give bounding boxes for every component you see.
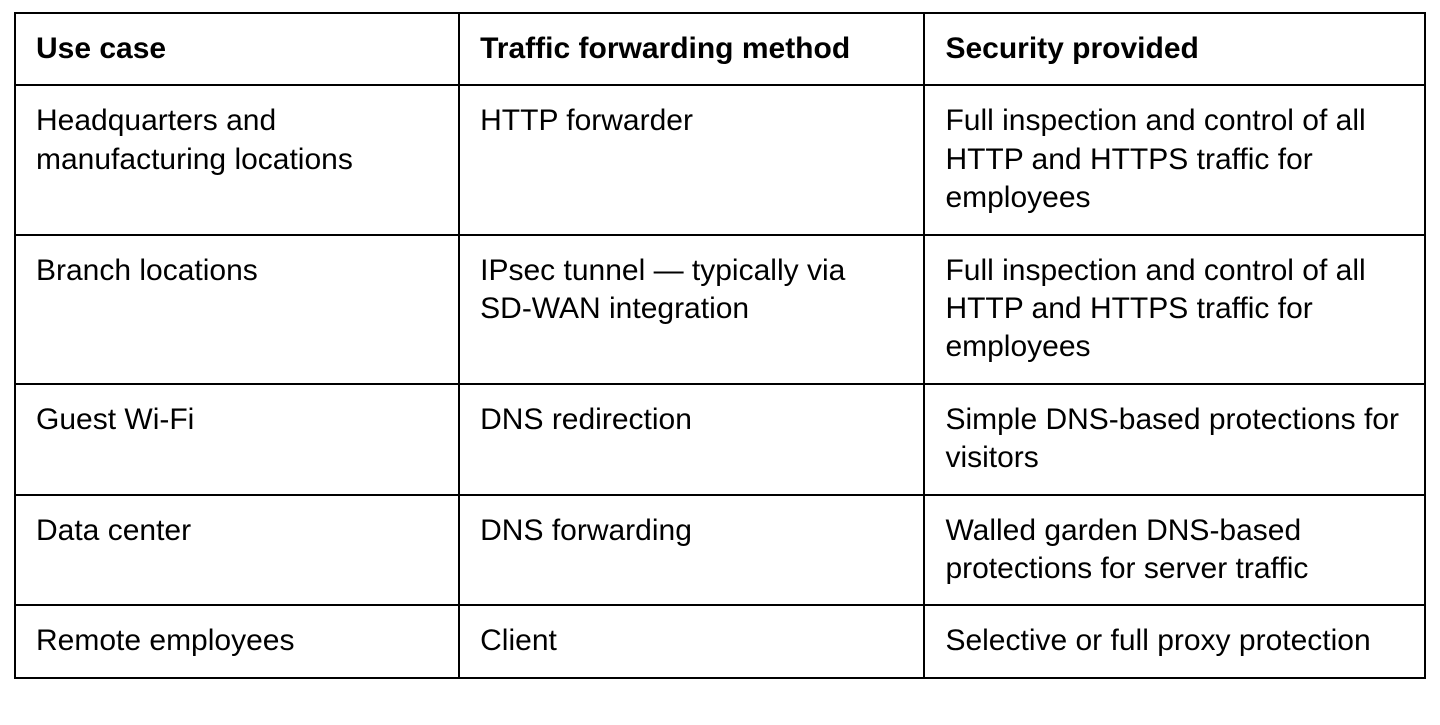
cell-security: Selective or full proxy protection [924, 605, 1425, 677]
table-row: Data center DNS forwarding Walled garden… [15, 495, 1425, 606]
cell-method: DNS forwarding [459, 495, 924, 606]
cell-method: IPsec tunnel — typically via SD-WAN inte… [459, 235, 924, 384]
use-case-table: Use case Traffic forwarding method Secur… [14, 12, 1426, 679]
cell-method: Client [459, 605, 924, 677]
cell-use-case: Remote employees [15, 605, 459, 677]
cell-method: HTTP forwarder [459, 85, 924, 234]
cell-use-case: Branch locations [15, 235, 459, 384]
cell-use-case: Headquarters and manufacturing locations [15, 85, 459, 234]
table-row: Guest Wi-Fi DNS redirection Simple DNS-b… [15, 384, 1425, 495]
cell-security: Walled garden DNS-based protections for … [924, 495, 1425, 606]
table-row: Branch locations IPsec tunnel — typicall… [15, 235, 1425, 384]
cell-security: Full inspection and control of all HTTP … [924, 235, 1425, 384]
cell-security: Simple DNS-based protections for visitor… [924, 384, 1425, 495]
header-use-case: Use case [15, 13, 459, 85]
header-method: Traffic forwarding method [459, 13, 924, 85]
header-security: Security provided [924, 13, 1425, 85]
cell-method: DNS redirection [459, 384, 924, 495]
table-row: Remote employees Client Selective or ful… [15, 605, 1425, 677]
table-header-row: Use case Traffic forwarding method Secur… [15, 13, 1425, 85]
table-row: Headquarters and manufacturing locations… [15, 85, 1425, 234]
cell-use-case: Data center [15, 495, 459, 606]
cell-use-case: Guest Wi-Fi [15, 384, 459, 495]
cell-security: Full inspection and control of all HTTP … [924, 85, 1425, 234]
